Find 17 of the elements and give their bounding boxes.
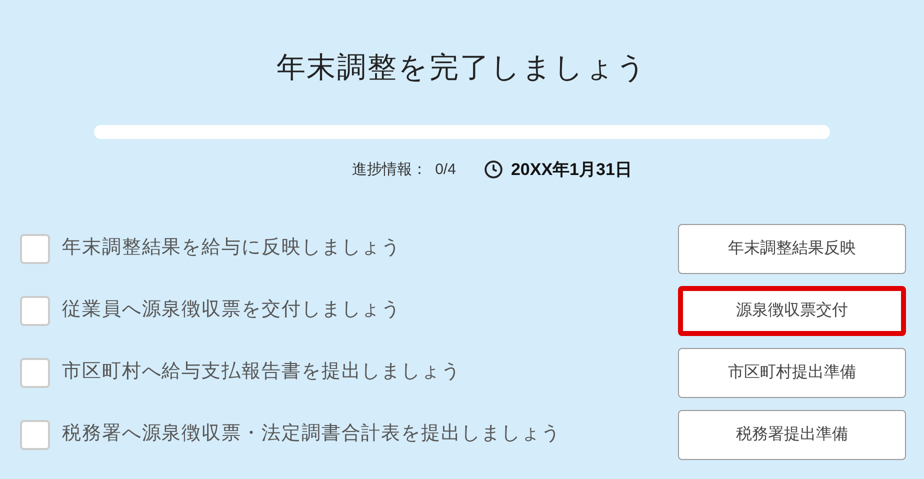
checkbox[interactable] xyxy=(20,358,50,388)
checkbox[interactable] xyxy=(20,234,50,264)
deadline-date: 20XX年1月31日 xyxy=(510,159,632,181)
progress-count: 0/4 xyxy=(435,160,456,180)
action-button[interactable]: 年末調整結果反映 xyxy=(678,224,906,274)
task-label: 従業員へ源泉徴収票を交付しましょう xyxy=(62,298,402,322)
progress-label: 進捗情報： xyxy=(352,160,428,180)
page-title: 年末調整を完了しましょう xyxy=(276,51,648,86)
clock-icon xyxy=(484,160,503,180)
checkbox[interactable] xyxy=(20,420,50,450)
task-label: 市区町村へ給与支払報告書を提出しましょう xyxy=(62,360,462,384)
action-button[interactable]: 源泉徴収票交付 xyxy=(678,286,906,336)
action-button[interactable]: 税務署提出準備 xyxy=(678,410,906,460)
checkbox[interactable] xyxy=(20,296,50,326)
action-button[interactable]: 市区町村提出準備 xyxy=(678,348,906,398)
task-label: 年末調整結果を給与に反映しましょう xyxy=(62,236,402,260)
task-label: 税務署へ源泉徴収票・法定調書合計表を提出しましょう xyxy=(62,422,562,446)
